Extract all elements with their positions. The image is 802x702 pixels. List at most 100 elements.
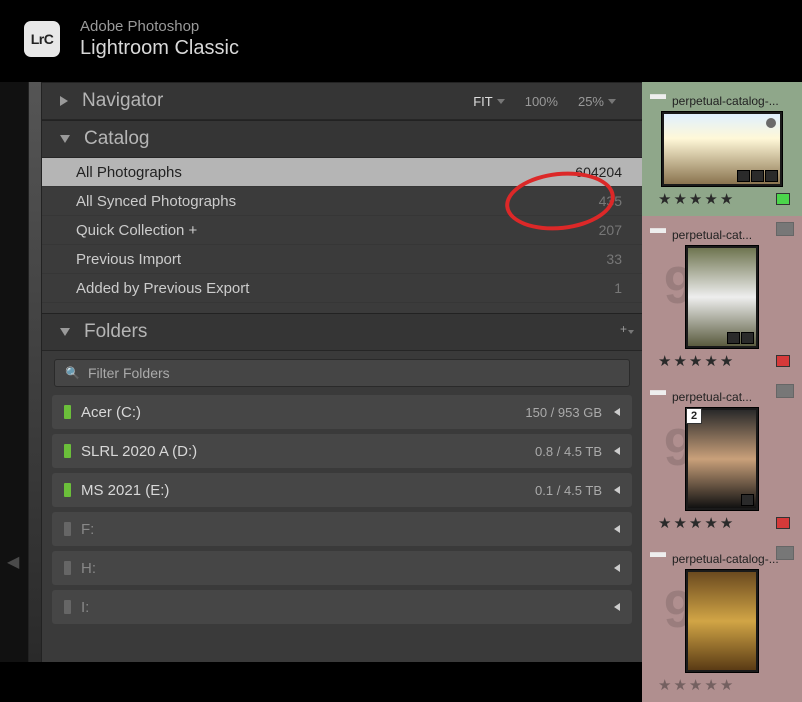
rating-row: ★★★★★ <box>654 190 790 208</box>
collapse-left-panel-icon[interactable]: ◀ <box>7 552 19 572</box>
chevron-left-icon <box>614 525 620 533</box>
flag-icon[interactable]: ▬ <box>650 544 666 562</box>
stack-count-badge: 2 <box>686 408 702 424</box>
thumb-badge-icon <box>727 332 740 344</box>
app-name-label: Lightroom Classic <box>80 36 239 60</box>
zoom-100-label: 100% <box>525 94 558 109</box>
catalog-row-label: Quick Collection + <box>76 222 599 239</box>
chevron-down-icon <box>608 99 616 104</box>
catalog-row[interactable]: All Photographs604204 <box>42 158 642 187</box>
thumb-filename: perpetual-catalog-... <box>672 94 790 108</box>
star-icon[interactable]: ★ <box>720 352 733 370</box>
star-icon[interactable]: ★ <box>673 352 686 370</box>
chevron-left-icon <box>614 408 620 416</box>
volume-status-icon <box>64 444 71 458</box>
volume-size: 150 / 953 GB <box>525 405 602 420</box>
navigator-disclosure-icon[interactable] <box>60 96 68 106</box>
thumb-badge-icon <box>741 332 754 344</box>
star-icon[interactable]: ★ <box>704 514 717 532</box>
thumbnail-image[interactable] <box>686 246 758 348</box>
volume-name: SLRL 2020 A (D:) <box>81 443 535 460</box>
star-icon[interactable]: ★ <box>704 676 717 694</box>
star-icon[interactable]: ★ <box>658 514 671 532</box>
flag-icon[interactable]: ▬ <box>650 220 666 238</box>
stack-icon[interactable] <box>776 222 794 236</box>
volume-row[interactable]: I: <box>52 590 632 624</box>
folders-disclosure-icon[interactable] <box>60 328 70 336</box>
folders-title: Folders <box>84 321 622 343</box>
folders-panel-header[interactable]: Folders <box>42 313 642 351</box>
stack-icon[interactable] <box>776 384 794 398</box>
volume-name: I: <box>81 599 614 616</box>
rating-row: ★★★★★ <box>654 352 790 370</box>
catalog-panel-header[interactable]: Catalog <box>42 120 642 158</box>
star-icon[interactable]: ★ <box>658 190 671 208</box>
catalog-row-count: 1 <box>614 280 622 296</box>
catalog-disclosure-icon[interactable] <box>60 135 70 143</box>
volume-status-icon <box>64 600 71 614</box>
filter-folders-placeholder: Filter Folders <box>88 365 170 381</box>
thumbnail-cell[interactable]: ▬990perpetual-cat...2★★★★★ <box>642 378 802 540</box>
catalog-row-count: 604204 <box>575 164 622 180</box>
star-icon[interactable]: ★ <box>704 352 717 370</box>
catalog-row[interactable]: All Synced Photographs435 <box>42 187 642 216</box>
star-icon[interactable]: ★ <box>704 190 717 208</box>
volume-row[interactable]: F: <box>52 512 632 546</box>
star-icon[interactable]: ★ <box>720 514 733 532</box>
thumbnail-image[interactable] <box>662 112 782 186</box>
volume-row[interactable]: SLRL 2020 A (D:)0.8 / 4.5 TB <box>52 434 632 468</box>
catalog-row-count: 435 <box>599 193 622 209</box>
volume-status-icon <box>64 561 71 575</box>
volume-row[interactable]: MS 2021 (E:)0.1 / 4.5 TB <box>52 473 632 507</box>
volume-name: MS 2021 (E:) <box>81 482 535 499</box>
app-logo: LrC <box>24 21 60 57</box>
chevron-down-icon <box>497 99 505 104</box>
thumb-filename: perpetual-cat... <box>672 390 790 404</box>
chevron-left-icon <box>614 603 620 611</box>
sync-status-icon <box>766 118 776 128</box>
star-icon[interactable]: ★ <box>673 514 686 532</box>
catalog-row[interactable]: Added by Previous Export1 <box>42 274 642 303</box>
thumbnail-cell[interactable]: ▬991perpetual-catalog-...★★★★★ <box>642 540 802 702</box>
star-icon[interactable]: ★ <box>689 514 702 532</box>
zoom-100-button[interactable]: 100% <box>517 92 566 111</box>
search-icon: 🔍 <box>65 366 80 380</box>
filter-folders-input[interactable]: 🔍 Filter Folders <box>54 359 630 387</box>
catalog-row[interactable]: Previous Import33 <box>42 245 642 274</box>
star-icon[interactable]: ★ <box>673 190 686 208</box>
volume-status-icon <box>64 522 71 536</box>
catalog-row[interactable]: Quick Collection +207 <box>42 216 642 245</box>
volume-row[interactable]: H: <box>52 551 632 585</box>
thumbnail-image[interactable]: 2 <box>686 408 758 510</box>
app-suite-label: Adobe Photoshop <box>80 18 239 36</box>
star-icon[interactable]: ★ <box>720 676 733 694</box>
volume-row[interactable]: Acer (C:)150 / 953 GB <box>52 395 632 429</box>
chevron-left-icon <box>614 486 620 494</box>
thumb-badge-icon <box>737 170 750 182</box>
star-icon[interactable]: ★ <box>689 676 702 694</box>
star-icon[interactable]: ★ <box>658 352 671 370</box>
star-icon[interactable]: ★ <box>673 676 686 694</box>
zoom-25-button[interactable]: 25% <box>570 92 624 111</box>
thumbnail-cell[interactable]: ▬perpetual-catalog-...★★★★★ <box>642 82 802 216</box>
thumbnail-image[interactable] <box>686 570 758 672</box>
navigator-panel-header[interactable]: Navigator FIT 100% 25% <box>42 82 642 120</box>
rating-row: ★★★★★ <box>654 676 790 694</box>
star-icon[interactable]: ★ <box>720 190 733 208</box>
catalog-row-label: Previous Import <box>76 251 606 268</box>
star-icon[interactable]: ★ <box>689 352 702 370</box>
star-icon[interactable]: ★ <box>658 676 671 694</box>
catalog-row-count: 33 <box>606 251 622 267</box>
color-label-chip[interactable] <box>776 517 790 529</box>
thumbnail-cell[interactable]: ▬989perpetual-cat...★★★★★ <box>642 216 802 378</box>
flag-icon[interactable]: ▬ <box>650 86 666 104</box>
star-icon[interactable]: ★ <box>689 190 702 208</box>
color-label-chip[interactable] <box>776 193 790 205</box>
thumb-badge-icon <box>751 170 764 182</box>
add-folder-button[interactable] <box>622 328 630 336</box>
color-label-chip[interactable] <box>776 355 790 367</box>
flag-icon[interactable]: ▬ <box>650 382 666 400</box>
zoom-fit-button[interactable]: FIT <box>465 92 513 111</box>
stack-icon[interactable] <box>776 546 794 560</box>
catalog-row-label: Added by Previous Export <box>76 280 614 297</box>
